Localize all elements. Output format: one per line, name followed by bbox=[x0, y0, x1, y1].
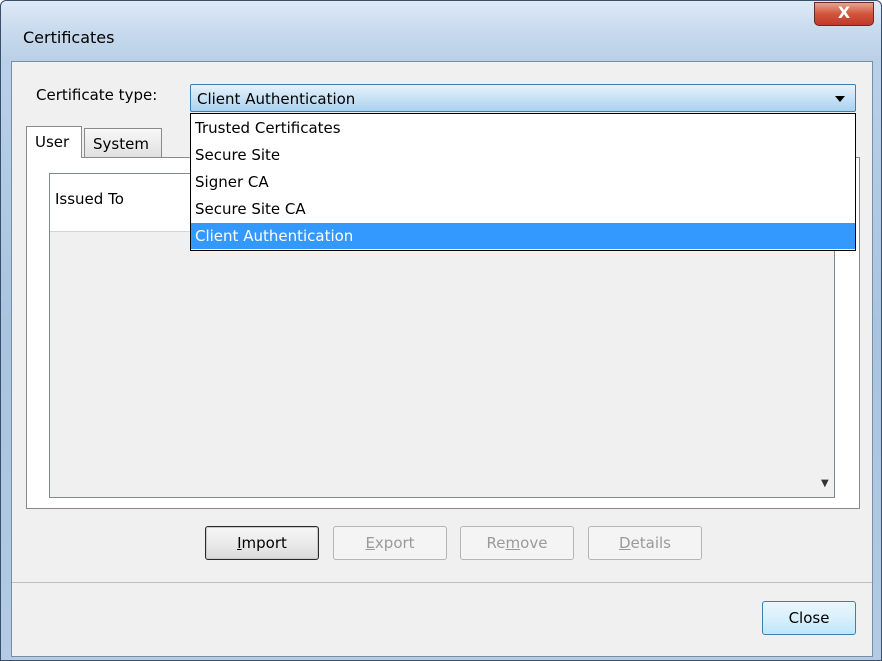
remove-label-post: ove bbox=[520, 534, 548, 552]
column-header-issued-to[interactable]: Issued To bbox=[55, 190, 124, 208]
export-button[interactable]: Export bbox=[333, 526, 447, 560]
footer-divider bbox=[12, 582, 872, 583]
option-secure-site[interactable]: Secure Site bbox=[191, 142, 855, 168]
certificate-type-label: Certificate type: bbox=[36, 86, 158, 104]
window-title: Certificates bbox=[23, 28, 115, 47]
tab-user[interactable]: User bbox=[26, 126, 82, 158]
details-label-post: etails bbox=[630, 534, 671, 552]
title-bar[interactable]: Certificates X bbox=[1, 1, 881, 63]
certificate-type-value: Client Authentication bbox=[197, 90, 356, 108]
dialog-body: Certificate type: Client Authentication … bbox=[11, 61, 873, 657]
close-button[interactable]: Close bbox=[762, 601, 856, 635]
remove-label-mnemonic: m bbox=[505, 534, 521, 552]
certificates-window: Certificates X Certificate type: Client … bbox=[0, 0, 882, 661]
certificate-type-combobox[interactable]: Client Authentication bbox=[190, 84, 856, 112]
dropdown-arrow-icon[interactable] bbox=[835, 96, 845, 102]
option-secure-site-ca[interactable]: Secure Site CA bbox=[191, 196, 855, 222]
export-label-mnemonic: E bbox=[365, 534, 375, 552]
certificate-type-dropdown-list: Trusted Certificates Secure Site Signer … bbox=[190, 113, 856, 251]
export-label-post: xport bbox=[374, 534, 415, 552]
remove-button[interactable]: Remove bbox=[460, 526, 574, 560]
details-button[interactable]: Details bbox=[588, 526, 702, 560]
scroll-down-icon[interactable]: ▼ bbox=[821, 478, 829, 489]
remove-label-pre: Re bbox=[486, 534, 506, 552]
tab-system[interactable]: System bbox=[84, 128, 162, 158]
option-trusted-certificates[interactable]: Trusted Certificates bbox=[191, 115, 855, 141]
option-signer-ca[interactable]: Signer CA bbox=[191, 169, 855, 195]
option-client-authentication[interactable]: Client Authentication bbox=[191, 223, 855, 249]
vertical-scrollbar[interactable]: ▼ bbox=[817, 232, 834, 497]
details-label-mnemonic: D bbox=[618, 534, 631, 552]
import-label-post: mport bbox=[241, 534, 287, 552]
window-close-button[interactable]: X bbox=[814, 2, 874, 26]
import-button[interactable]: Import bbox=[205, 526, 319, 560]
